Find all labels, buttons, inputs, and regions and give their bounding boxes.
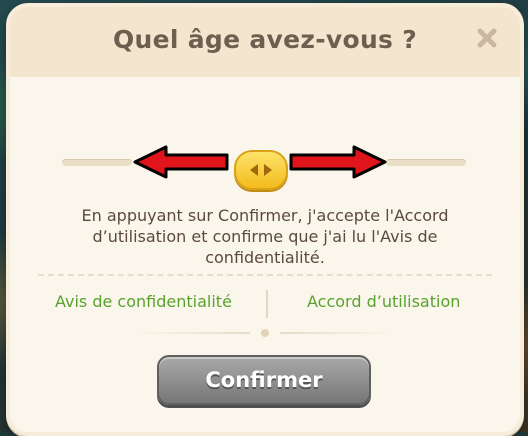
left-right-arrows-icon: [250, 164, 272, 176]
ornament-dot: [261, 329, 269, 337]
red-left-arrow-icon: [133, 145, 229, 179]
ornament-line-left: [130, 332, 250, 334]
slider-track-right[interactable]: [386, 159, 466, 166]
close-button[interactable]: [472, 23, 502, 53]
age-slider-handle[interactable]: [234, 150, 288, 190]
confirm-button[interactable]: Confirmer: [157, 355, 371, 405]
red-right-arrow-icon: [289, 145, 387, 179]
links-divider: [266, 290, 268, 318]
dashed-divider: [38, 274, 492, 276]
dialog-header: Quel âge avez-vous ?: [10, 7, 520, 77]
ornament-line-right: [280, 332, 400, 334]
close-icon: [477, 28, 497, 48]
dialog-title: Quel âge avez-vous ?: [112, 25, 418, 54]
privacy-notice-link[interactable]: Avis de confidentialité: [55, 292, 232, 311]
slider-track-left[interactable]: [62, 159, 132, 166]
ornament-divider: [130, 329, 400, 337]
age-dialog: Quel âge avez-vous ? En appuyant sur Con…: [6, 3, 524, 436]
consent-message: En appuyant sur Confirmer, j'accepte l'A…: [81, 206, 449, 267]
terms-of-use-link[interactable]: Accord d’utilisation: [307, 292, 460, 311]
